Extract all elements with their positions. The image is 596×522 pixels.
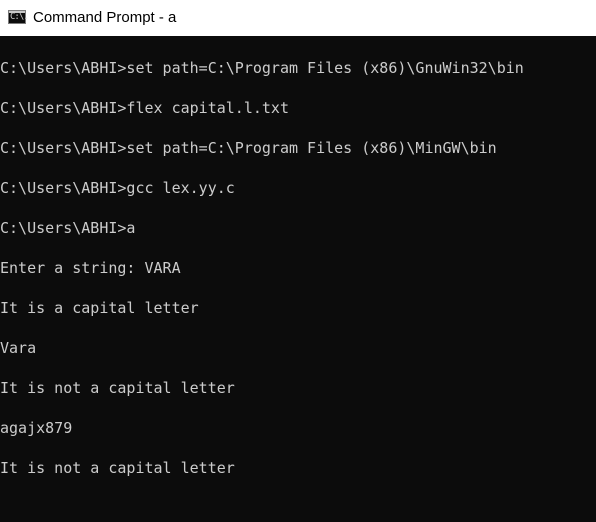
console-line: C:\Users\ABHI>set path=C:\Program Files … bbox=[0, 59, 524, 77]
console-line: It is not a capital letter bbox=[0, 379, 235, 397]
console-line: agajx879 bbox=[0, 419, 73, 437]
console-line: It is a capital letter bbox=[0, 299, 199, 317]
console-line: It is not a capital letter bbox=[0, 459, 235, 477]
console-line: Vara bbox=[0, 339, 37, 357]
console-line: C:\Users\ABHI>gcc lex.yy.c bbox=[0, 179, 235, 197]
title-bar[interactable]: C:\. Command Prompt - a bbox=[0, 0, 596, 36]
command-prompt-window: C:\. Command Prompt - a C:\Users\ABHI>se… bbox=[0, 0, 596, 522]
console-output[interactable]: C:\Users\ABHI>set path=C:\Program Files … bbox=[0, 36, 596, 522]
console-line: C:\Users\ABHI>a bbox=[0, 219, 136, 237]
cmd-icon: C:\. bbox=[8, 10, 29, 24]
console-line: C:\Users\ABHI>flex capital.l.txt bbox=[0, 99, 289, 117]
window-title: Command Prompt - a bbox=[33, 9, 177, 26]
cmd-icon-glyph: C:\. bbox=[10, 12, 29, 22]
console-line: Enter a string: VARA bbox=[0, 259, 181, 277]
console-line: C:\Users\ABHI>set path=C:\Program Files … bbox=[0, 139, 497, 157]
